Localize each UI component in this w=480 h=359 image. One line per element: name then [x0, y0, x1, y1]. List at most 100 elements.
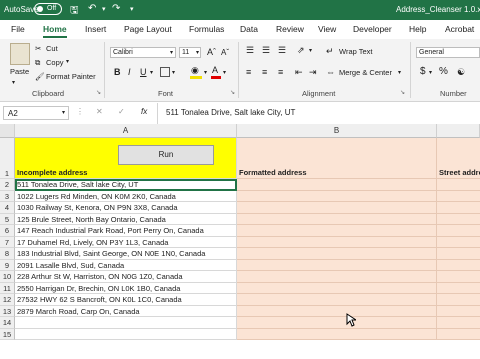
address-cell[interactable]: 183 Industrial Blvd, Saint George, ON N0… — [15, 248, 237, 260]
address-cell[interactable]: 2879 March Road, Carp On, Canada — [15, 305, 237, 317]
align-middle-icon[interactable]: ☰ — [262, 45, 270, 56]
row-header[interactable]: 5 — [0, 213, 15, 225]
column-header-b[interactable]: B — [237, 124, 437, 138]
undo-icon[interactable]: ↶ — [88, 3, 96, 14]
italic-button[interactable]: I — [128, 67, 131, 77]
header-cell-formatted-address[interactable]: Formatted address — [237, 138, 437, 179]
formatted-address-cell[interactable] — [237, 271, 437, 283]
undo-dropdown-icon[interactable]: ▾ — [102, 5, 106, 13]
font-name-box[interactable]: Calibri ▾ — [110, 47, 176, 58]
row-header[interactable]: 9 — [0, 259, 15, 271]
tab-file[interactable]: File — [11, 24, 25, 34]
formula-input[interactable]: 511 Tonalea Drive, Salt lake City, UT — [166, 108, 295, 117]
row-header[interactable]: 10 — [0, 271, 15, 283]
align-bottom-icon[interactable]: ☰ — [278, 45, 286, 56]
save-icon[interactable]: 🖫 — [70, 3, 79, 20]
formatted-address-cell[interactable] — [237, 202, 437, 214]
merge-center-icon[interactable]: ⇔ — [326, 67, 335, 77]
column-header-c[interactable] — [437, 124, 480, 138]
currency-button[interactable]: $ — [420, 66, 426, 77]
cut-button[interactable]: Cut — [46, 44, 58, 53]
row-header[interactable]: 4 — [0, 202, 15, 214]
confirm-entry-icon[interactable]: ✓ — [118, 107, 125, 116]
formatted-address-cell[interactable] — [237, 328, 437, 340]
address-cell[interactable]: 1022 Lugers Rd Minden, ON K0M 2K0, Canad… — [15, 190, 237, 202]
column-header-a[interactable]: A — [15, 124, 237, 138]
formatted-address-cell[interactable] — [237, 305, 437, 317]
row-header[interactable]: 8 — [0, 248, 15, 260]
copy-icon[interactable]: ⧉ — [35, 58, 40, 68]
tab-help[interactable]: Help — [409, 24, 426, 34]
cancel-entry-icon[interactable]: ✕ — [96, 107, 103, 116]
selected-cell-a2[interactable]: 511 Tonalea Drive, Salt lake City, UT — [15, 179, 237, 191]
address-cell[interactable]: 228 Arthur St W, Harriston, ON N0G 1Z0, … — [15, 271, 237, 283]
row-header[interactable]: 14 — [0, 317, 15, 329]
street-address-cell[interactable] — [437, 317, 480, 329]
redo-icon[interactable]: ↷ — [112, 3, 120, 14]
paste-dropdown-icon[interactable]: ▾ — [12, 79, 15, 86]
row-header[interactable]: 6 — [0, 225, 15, 237]
street-address-cell[interactable] — [437, 248, 480, 260]
row-header[interactable]: 12 — [0, 294, 15, 306]
street-address-cell[interactable] — [437, 282, 480, 294]
borders-icon[interactable] — [160, 67, 170, 77]
number-format-box[interactable]: General — [416, 47, 480, 58]
street-address-cell[interactable] — [437, 294, 480, 306]
fill-color-icon[interactable] — [190, 76, 202, 79]
select-all-corner[interactable] — [0, 124, 15, 138]
street-address-cell[interactable] — [437, 225, 480, 237]
fill-color-dropdown-icon[interactable]: ▾ — [204, 69, 207, 76]
bold-button[interactable]: B — [114, 67, 121, 77]
underline-button[interactable]: U — [140, 67, 147, 77]
wrap-text-button[interactable]: Wrap Text — [339, 47, 373, 56]
run-button[interactable]: Run — [118, 145, 214, 165]
tab-data[interactable]: Data — [240, 24, 258, 34]
formatted-address-cell[interactable] — [237, 179, 437, 191]
street-address-cell[interactable] — [437, 271, 480, 283]
currency-dropdown-icon[interactable]: ▾ — [429, 69, 432, 76]
header-cell-street-address[interactable]: Street address — [437, 138, 480, 179]
row-header[interactable]: 2 — [0, 179, 15, 191]
street-address-cell[interactable] — [437, 213, 480, 225]
street-address-cell[interactable] — [437, 179, 480, 191]
align-left-icon[interactable]: ≡ — [246, 67, 251, 77]
formatted-address-cell[interactable] — [237, 190, 437, 202]
tab-formulas[interactable]: Formulas — [189, 24, 224, 34]
row-header[interactable]: 1 — [0, 138, 15, 179]
comma-style-icon[interactable]: ☯ — [457, 67, 465, 78]
formatted-address-cell[interactable] — [237, 213, 437, 225]
address-cell[interactable] — [15, 328, 237, 340]
row-header[interactable]: 15 — [0, 328, 15, 340]
address-cell[interactable]: 27532 HWY 62 S Bancroft, ON K0L 1C0, Can… — [15, 294, 237, 306]
borders-dropdown-icon[interactable]: ▾ — [172, 69, 175, 76]
align-right-icon[interactable]: ≡ — [278, 67, 283, 77]
format-painter-icon[interactable]: 🖌 — [35, 72, 45, 81]
address-cell[interactable]: 125 Brule Street, North Bay Ontario, Can… — [15, 213, 237, 225]
wrap-text-icon[interactable]: ↵ — [326, 46, 334, 57]
clipboard-launcher-icon[interactable]: ↘ — [96, 89, 101, 96]
tab-developer[interactable]: Developer — [353, 24, 392, 34]
address-cell[interactable]: 1030 Railway St, Kenora, ON P9N 3X8, Can… — [15, 202, 237, 214]
tab-page-layout[interactable]: Page Layout — [124, 24, 172, 34]
street-address-cell[interactable] — [437, 202, 480, 214]
formatted-address-cell[interactable] — [237, 225, 437, 237]
formatted-address-cell[interactable] — [237, 248, 437, 260]
address-cell[interactable]: 147 Reach Industrial Park Road, Port Per… — [15, 225, 237, 237]
formatted-address-cell[interactable] — [237, 236, 437, 248]
merge-center-button[interactable]: Merge & Center — [339, 68, 392, 77]
font-color-dropdown-icon[interactable]: ▾ — [223, 69, 226, 76]
copy-dropdown-icon[interactable]: ▾ — [66, 58, 69, 65]
increase-indent-icon[interactable]: ⇥ — [309, 67, 317, 78]
tab-acrobat[interactable]: Acrobat — [445, 24, 474, 34]
formatted-address-cell[interactable] — [237, 259, 437, 271]
name-box[interactable]: A2 ▾ — [3, 106, 69, 120]
fill-bucket-icon[interactable]: ◉ — [191, 65, 199, 76]
insert-function-button[interactable]: fx — [141, 107, 147, 116]
copy-button[interactable]: Copy — [46, 58, 64, 67]
street-address-cell[interactable] — [437, 236, 480, 248]
align-top-icon[interactable]: ☰ — [246, 45, 254, 56]
street-address-cell[interactable] — [437, 305, 480, 317]
autosave-toggle[interactable]: Off — [34, 3, 62, 15]
orientation-icon[interactable]: ⇗ — [297, 45, 305, 56]
underline-dropdown-icon[interactable]: ▾ — [150, 69, 153, 76]
